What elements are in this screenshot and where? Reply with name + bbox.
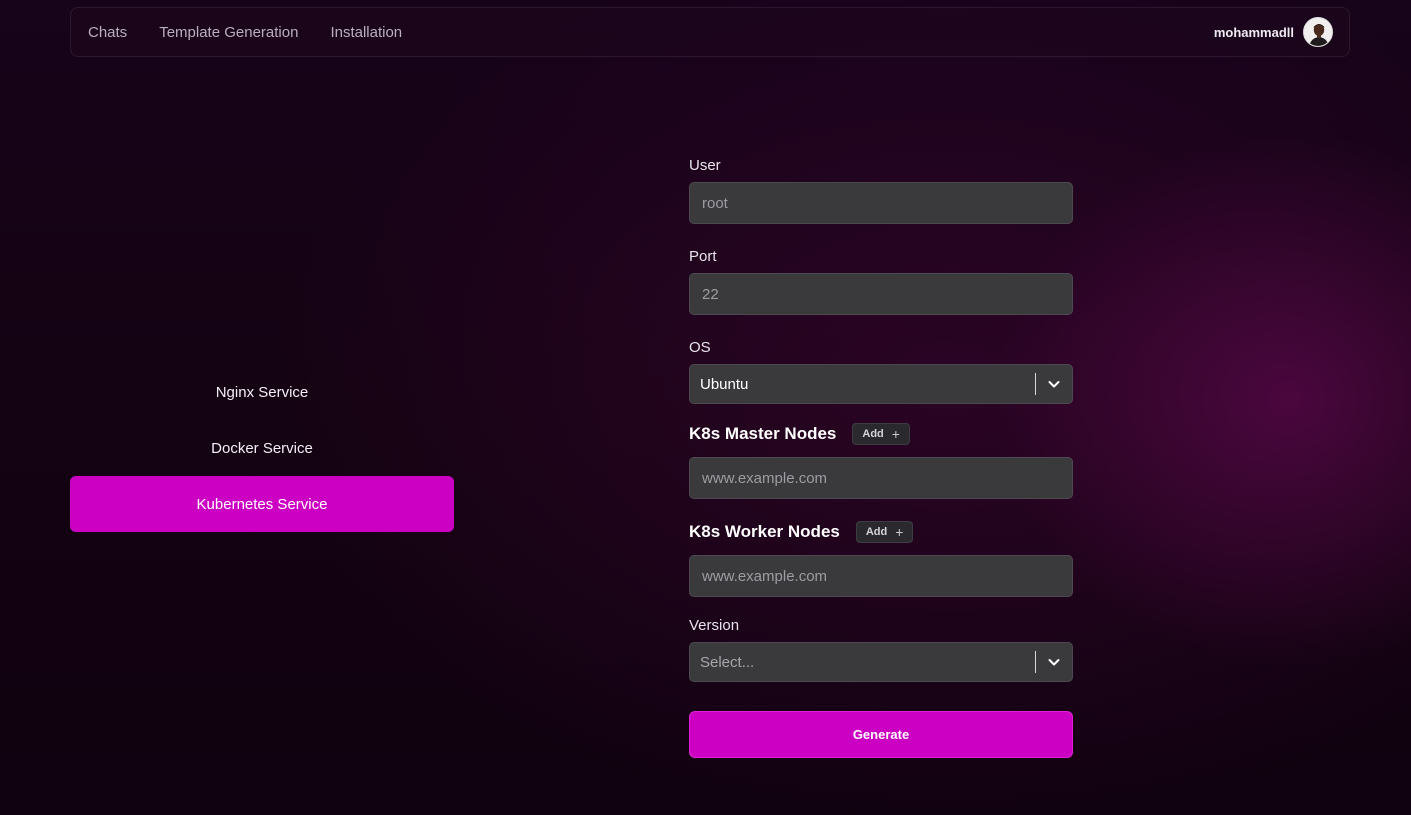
service-item-docker[interactable]: Docker Service: [70, 420, 454, 476]
service-item-kubernetes[interactable]: Kubernetes Service: [70, 476, 454, 532]
service-item-nginx[interactable]: Nginx Service: [70, 364, 454, 420]
os-select[interactable]: Ubuntu: [689, 364, 1073, 404]
add-master-node-label: Add: [862, 428, 884, 440]
username: mohammadll: [1213, 24, 1294, 40]
chevron-down-icon[interactable]: [1036, 655, 1072, 669]
avatar[interactable]: [1303, 17, 1333, 47]
user-field-group: User: [689, 155, 1073, 224]
version-select[interactable]: Select...: [689, 642, 1073, 682]
plus-icon: +: [891, 426, 900, 442]
nav-link-chats[interactable]: Chats: [88, 24, 127, 41]
master-nodes-title: K8s Master Nodes: [689, 424, 837, 443]
os-label: OS: [689, 339, 711, 356]
top-navbar: Chats Template Generation Installation m…: [70, 7, 1350, 57]
nav-link-template-generation[interactable]: Template Generation: [159, 24, 298, 41]
user-label: User: [689, 157, 721, 174]
nav-link-installation[interactable]: Installation: [330, 24, 402, 41]
worker-nodes-header: K8s Worker Nodes Add +: [689, 519, 1073, 545]
master-nodes-header: K8s Master Nodes Add +: [689, 421, 1073, 447]
port-field-group: Port: [689, 246, 1073, 315]
master-nodes-group: K8s Master Nodes Add +: [689, 421, 1073, 499]
os-field-group: OS Ubuntu: [689, 337, 1073, 404]
avatar-image: [1304, 18, 1332, 46]
chevron-down-icon[interactable]: [1036, 377, 1072, 391]
add-worker-node-label: Add: [865, 526, 888, 538]
version-select-placeholder: Select...: [700, 653, 755, 671]
os-select-value: Ubuntu: [700, 375, 749, 393]
worker-nodes-group: K8s Worker Nodes Add +: [689, 519, 1073, 597]
worker-nodes-title: K8s Worker Nodes: [689, 522, 840, 541]
kubernetes-form: User Port OS Ubuntu K8s Master Nodes Add…: [689, 155, 1073, 758]
port-input[interactable]: [689, 273, 1073, 315]
nav-links: Chats Template Generation Installation: [88, 24, 402, 41]
generate-wrapper: Generate: [689, 711, 1073, 758]
worker-node-input[interactable]: [689, 555, 1073, 597]
version-label: Version: [689, 617, 740, 634]
plus-icon: +: [895, 524, 904, 540]
generate-button[interactable]: Generate: [689, 711, 1073, 758]
service-list: Nginx Service Docker Service Kubernetes …: [70, 364, 454, 532]
port-label: Port: [689, 248, 717, 265]
user-input[interactable]: [689, 182, 1073, 224]
version-field-group: Version Select...: [689, 615, 1073, 682]
master-node-input[interactable]: [689, 457, 1073, 499]
add-worker-node-button[interactable]: Add +: [855, 521, 914, 543]
user-menu[interactable]: mohammadll: [1214, 17, 1333, 47]
add-master-node-button[interactable]: Add +: [852, 423, 910, 445]
